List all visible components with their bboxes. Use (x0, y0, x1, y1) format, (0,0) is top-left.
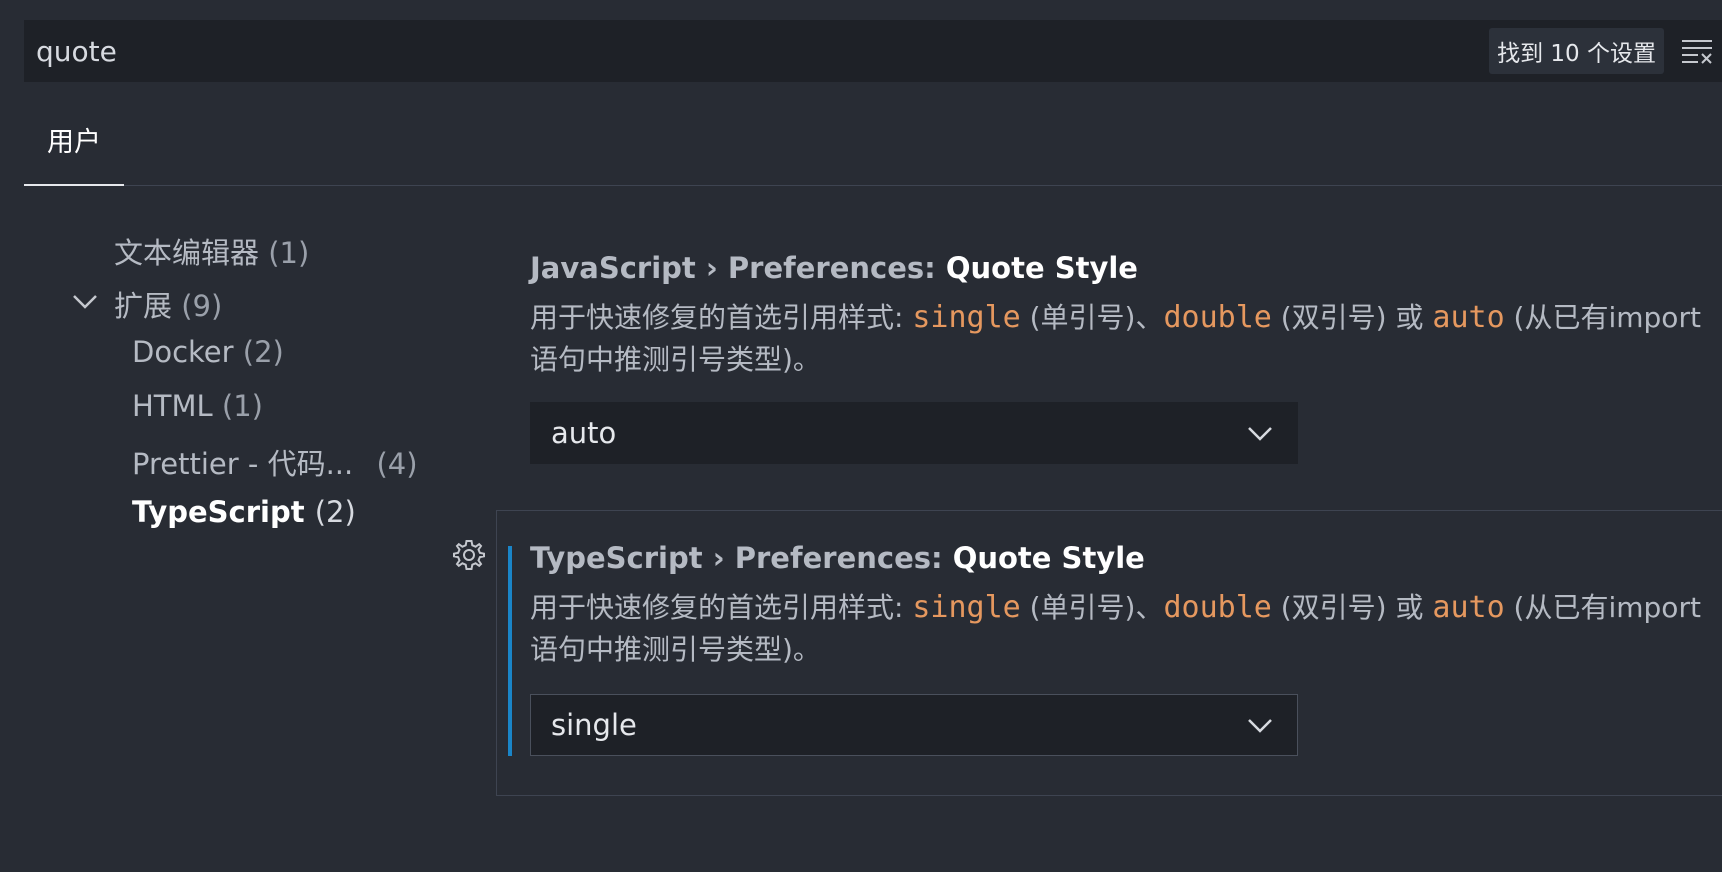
desc-text: 用于快速修复的首选引用样式: (530, 301, 913, 334)
option-code: single (912, 300, 1021, 335)
setting-title: JavaScript › Preferences: Quote Style (530, 251, 1138, 285)
toc-item-extensions[interactable]: 扩展 (9) (114, 283, 222, 325)
select-value: single (551, 708, 637, 742)
toc-count: (1) (221, 389, 264, 423)
setting-key: Quote Style (952, 541, 1145, 575)
setting-scope: JavaScript › Preferences: (530, 251, 946, 285)
filter-list-icon[interactable] (1680, 37, 1714, 65)
toc-count: (1) (268, 236, 310, 270)
toc-label: 扩展 (114, 289, 173, 323)
setting-scope: TypeScript › Preferences: (530, 541, 953, 575)
toc-label: TypeScript (132, 495, 305, 529)
option-code: auto (1432, 590, 1505, 625)
option-code: double (1163, 300, 1272, 335)
focus-indicator (508, 546, 512, 756)
search-input[interactable] (24, 20, 1490, 82)
toc-count: (2) (314, 495, 356, 529)
toc-item-typescript[interactable]: TypeScript (2) (132, 495, 356, 529)
result-count-badge: 找到 10 个设置 (1489, 28, 1664, 74)
desc-text: (单引号)、 (1020, 591, 1164, 624)
select-value: auto (551, 416, 617, 450)
option-code: double (1163, 590, 1272, 625)
desc-text: (双引号) 或 (1271, 591, 1433, 624)
quote-style-select[interactable]: single (530, 694, 1298, 756)
toc-item-html[interactable]: HTML (1) (132, 389, 263, 423)
tab-user[interactable]: 用户 (24, 118, 124, 186)
desc-text: (单引号)、 (1020, 301, 1164, 334)
settings-search-bar: 找到 10 个设置 (24, 20, 1722, 82)
setting-description: 用于快速修复的首选引用样式: single (单引号)、double (双引号)… (530, 297, 1722, 381)
option-code: auto (1432, 300, 1505, 335)
option-code: single (912, 590, 1021, 625)
toc-count: (9) (181, 289, 223, 323)
toc-label: Prettier - 代码... (132, 447, 354, 481)
quote-style-select[interactable]: auto (530, 402, 1298, 464)
toc-item-docker[interactable]: Docker (2) (132, 335, 284, 369)
toc-label: Docker (132, 335, 234, 369)
desc-text: (双引号) 或 (1271, 301, 1433, 334)
chevron-down-icon (1248, 427, 1272, 441)
toc-item-prettier[interactable]: Prettier - 代码... (4) (132, 441, 418, 483)
toc-count: (4) (376, 447, 418, 481)
setting-description: 用于快速修复的首选引用样式: single (单引号)、double (双引号)… (530, 587, 1722, 671)
chevron-down-icon (1248, 719, 1272, 733)
setting-title: TypeScript › Preferences: Quote Style (530, 541, 1145, 575)
toc-count: (2) (242, 335, 284, 369)
desc-text: 用于快速修复的首选引用样式: (530, 591, 913, 624)
toc-item-text-editor[interactable]: 文本编辑器 (1) (114, 230, 309, 272)
toc-label: HTML (132, 389, 213, 423)
toc-label: 文本编辑器 (114, 236, 260, 270)
settings-scope-tabs: 用户 (24, 118, 1722, 186)
setting-key: Quote Style (945, 251, 1138, 285)
chevron-down-icon[interactable] (72, 291, 98, 311)
gear-icon[interactable] (452, 538, 486, 572)
